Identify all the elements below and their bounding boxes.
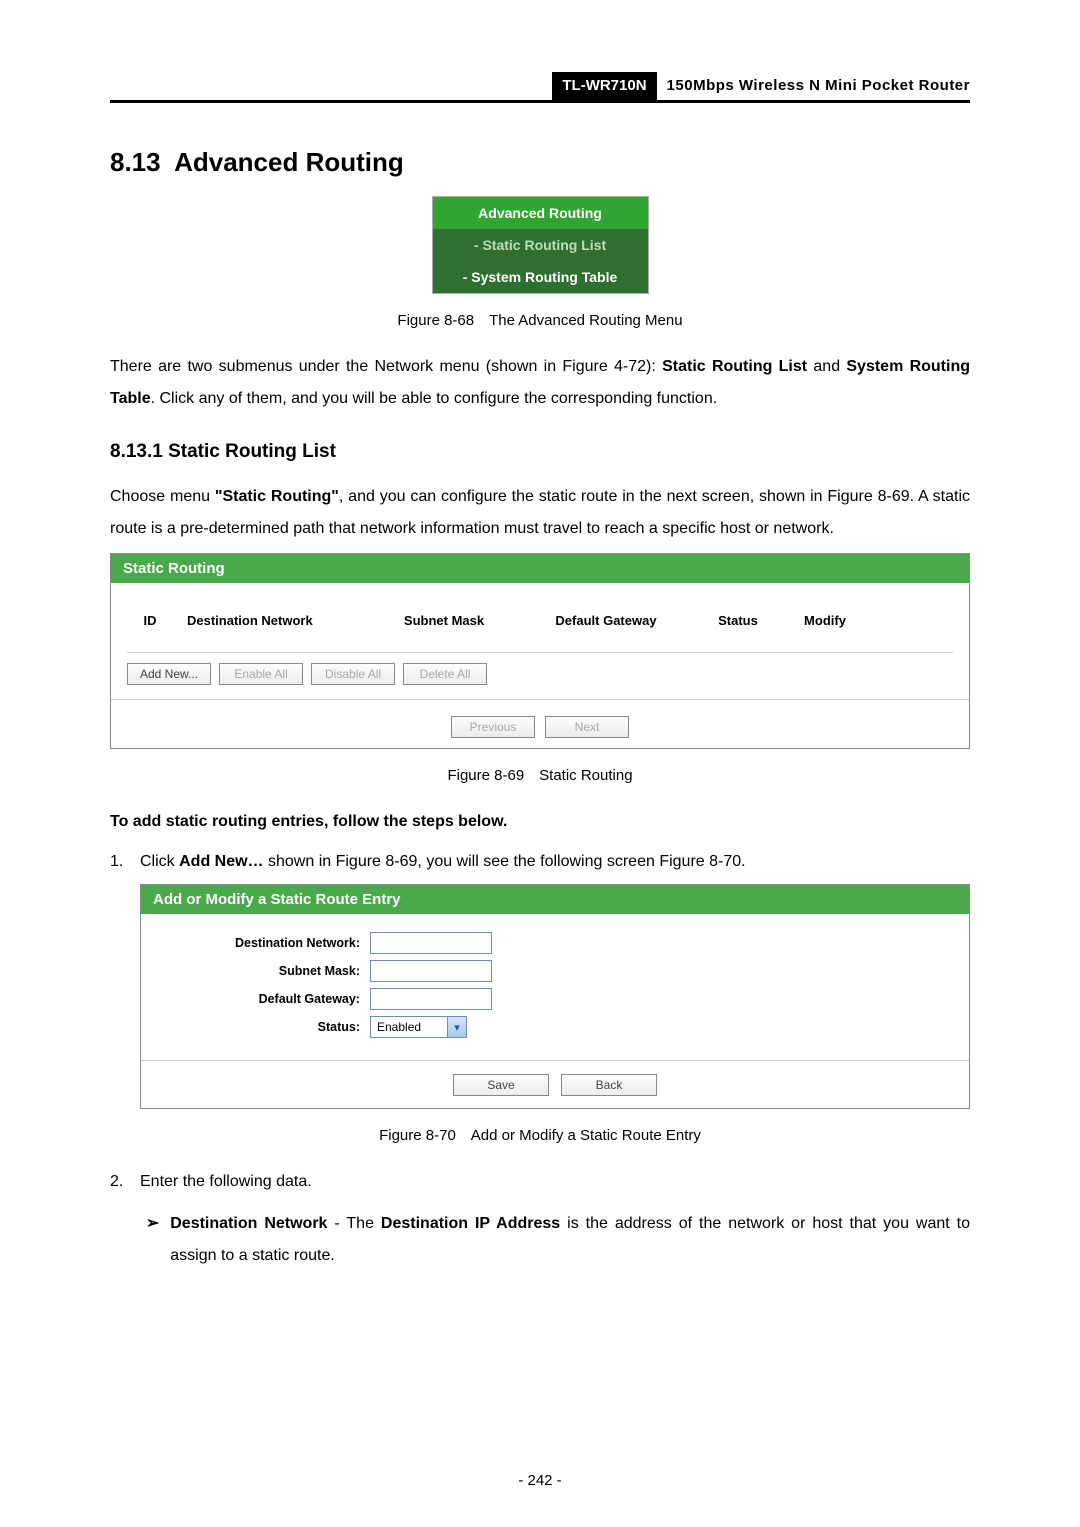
text-bold: Static Routing List xyxy=(662,358,807,375)
step-number: 1. xyxy=(110,846,140,878)
model-label: TL-WR710N xyxy=(552,72,656,100)
disable-all-button[interactable]: Disable All xyxy=(311,663,395,685)
step-text: Click Add New… shown in Figure 8-69, you… xyxy=(140,846,746,878)
input-destination[interactable] xyxy=(370,932,492,954)
text-bold: Add New… xyxy=(179,853,263,870)
col-default-gateway: Default Gateway xyxy=(531,613,681,628)
text-bold: Destination Network xyxy=(170,1215,327,1232)
label-status: Status: xyxy=(155,1020,370,1034)
text: and xyxy=(807,358,846,375)
input-gateway[interactable] xyxy=(370,988,492,1010)
menu-header: Advanced Routing xyxy=(433,197,648,229)
select-status-value: Enabled xyxy=(371,1020,447,1034)
delete-all-button[interactable]: Delete All xyxy=(403,663,487,685)
save-button[interactable]: Save xyxy=(453,1074,549,1096)
paragraph-static-routing: Choose menu "Static Routing", and you ca… xyxy=(110,481,970,545)
col-subnet-mask: Subnet Mask xyxy=(379,613,509,628)
page-number: - 242 - xyxy=(0,1472,1080,1489)
col-modify: Modify xyxy=(795,613,855,628)
col-status: Status xyxy=(703,613,773,628)
previous-button[interactable]: Previous xyxy=(451,716,535,738)
input-mask[interactable] xyxy=(370,960,492,982)
add-new-button[interactable]: Add New... xyxy=(127,663,211,685)
form-row-destination: Destination Network: xyxy=(155,932,955,954)
figure-8-69-caption: Figure 8-69 Static Routing xyxy=(110,767,970,784)
text-bold: Destination IP Address xyxy=(381,1215,560,1232)
pagination-row: Previous Next xyxy=(111,699,969,748)
menu-item-static-routing: - Static Routing List xyxy=(433,229,648,261)
label-mask: Subnet Mask: xyxy=(155,964,370,978)
col-destination: Destination Network xyxy=(187,613,357,628)
figure-8-68-caption: Figure 8-68 The Advanced Routing Menu xyxy=(110,312,970,329)
arrow-icon: ➢ xyxy=(146,1208,170,1272)
step-number: 2. xyxy=(110,1166,140,1198)
figure-8-70-caption: Figure 8-70 Add or Modify a Static Route… xyxy=(110,1127,970,1144)
figure-8-70-screenshot: Add or Modify a Static Route Entry Desti… xyxy=(140,884,970,1109)
product-description: 150Mbps Wireless N Mini Pocket Router xyxy=(667,77,970,96)
section-heading: 8.13 Advanced Routing xyxy=(110,147,970,178)
subsection-number: 8.13.1 xyxy=(110,441,163,462)
instructions-heading: To add static routing entries, follow th… xyxy=(110,806,970,838)
col-id: ID xyxy=(135,613,165,628)
form-row-mask: Subnet Mask: xyxy=(155,960,955,982)
figure-8-69-screenshot: Static Routing ID Destination Network Su… xyxy=(110,553,970,749)
next-button[interactable]: Next xyxy=(545,716,629,738)
subsection-title-text: Static Routing List xyxy=(168,441,336,462)
form-row-gateway: Default Gateway: xyxy=(155,988,955,1010)
bullet-text: Destination Network - The Destination IP… xyxy=(170,1208,970,1272)
select-status[interactable]: Enabled ▾ xyxy=(370,1016,467,1038)
step-1: 1. Click Add New… shown in Figure 8-69, … xyxy=(110,846,970,878)
chevron-down-icon: ▾ xyxy=(447,1017,466,1037)
step-2: 2. Enter the following data. xyxy=(110,1166,970,1198)
label-destination: Destination Network: xyxy=(155,936,370,950)
text: - The xyxy=(327,1215,380,1232)
paragraph-intro: There are two submenus under the Network… xyxy=(110,351,970,415)
text-bold: "Static Routing" xyxy=(215,488,339,505)
bullet-destination-network: ➢ Destination Network - The Destination … xyxy=(110,1208,970,1272)
text: Choose menu xyxy=(110,488,215,505)
step-text: Enter the following data. xyxy=(140,1166,312,1198)
button-row-actions: Add New... Enable All Disable All Delete… xyxy=(127,653,953,687)
menu-item-system-routing: - System Routing Table xyxy=(433,261,648,293)
panel-body: ID Destination Network Subnet Mask Defau… xyxy=(111,583,969,699)
page-header: TL-WR710N 150Mbps Wireless N Mini Pocket… xyxy=(110,70,970,103)
figure-8-68-menu: Advanced Routing - Static Routing List -… xyxy=(432,196,649,294)
panel-title-static-routing: Static Routing xyxy=(111,554,969,583)
form-button-row: Save Back xyxy=(141,1062,969,1108)
section-title-text: Advanced Routing xyxy=(174,147,404,177)
enable-all-button[interactable]: Enable All xyxy=(219,663,303,685)
panel-title-add-entry: Add or Modify a Static Route Entry xyxy=(141,885,969,914)
text: There are two submenus under the Network… xyxy=(110,358,662,375)
text: Click xyxy=(140,853,179,870)
subsection-heading: 8.13.1 Static Routing List xyxy=(110,441,970,463)
back-button[interactable]: Back xyxy=(561,1074,657,1096)
text: . Click any of them, and you will be abl… xyxy=(151,390,718,407)
static-routing-table-header: ID Destination Network Subnet Mask Defau… xyxy=(127,595,953,653)
form-body: Destination Network: Subnet Mask: Defaul… xyxy=(141,914,969,1054)
form-row-status: Status: Enabled ▾ xyxy=(155,1016,955,1038)
section-number: 8.13 xyxy=(110,147,161,177)
document-page: TL-WR710N 150Mbps Wireless N Mini Pocket… xyxy=(0,0,1080,1527)
text: shown in Figure 8-69, you will see the f… xyxy=(264,853,746,870)
label-gateway: Default Gateway: xyxy=(155,992,370,1006)
